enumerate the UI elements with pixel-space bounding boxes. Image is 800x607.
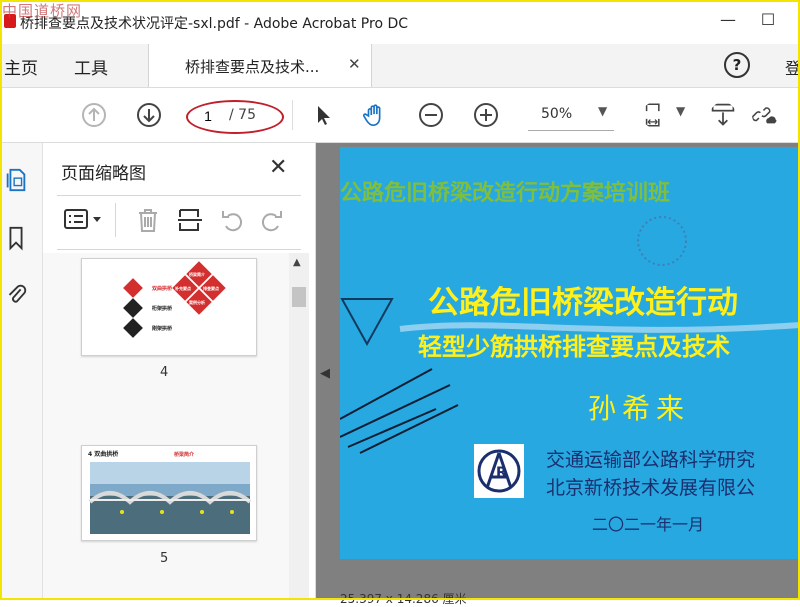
zoom-level[interactable]: 50% <box>541 106 572 122</box>
slide-organization: 交通运输部公路科学研究 <box>546 449 756 471</box>
zoom-dropdown-icon[interactable]: ▼ <box>598 104 607 118</box>
page-thumbnails-icon[interactable] <box>4 167 28 193</box>
slide-subtitle: 轻型少筋拱桥排查要点及技术 <box>418 333 730 361</box>
delete-icon[interactable] <box>135 207 161 233</box>
select-pointer-icon[interactable] <box>310 102 336 128</box>
previous-page-icon[interactable] <box>81 102 107 128</box>
slide-author: 孙希来 <box>588 392 691 425</box>
scroll-up-icon[interactable]: ▲ <box>293 257 301 268</box>
panel-title: 页面缩略图 <box>61 164 146 184</box>
slide-date: 二〇二一年一月 <box>592 515 705 534</box>
zoom-underline <box>528 130 614 131</box>
sign-in-link[interactable]: 登 <box>785 55 800 79</box>
close-tab-icon[interactable]: ✕ <box>348 55 361 73</box>
page-number-label: 5 <box>160 551 169 566</box>
fit-dropdown-icon[interactable]: ▼ <box>676 104 685 118</box>
institute-logo-graphic: R <box>477 449 521 493</box>
attachments-icon[interactable] <box>4 281 28 307</box>
thumb4-label: 刚架拱桥 <box>152 325 173 332</box>
thumb4-label: 桥梁简介 <box>189 271 206 277</box>
next-page-icon[interactable] <box>136 102 162 128</box>
logo-letter: R <box>496 465 507 481</box>
minimize-button[interactable]: — <box>718 10 738 30</box>
thumb4-label: 补充要点 <box>174 285 191 291</box>
thumbnail-list: 双曲拱桥 桁架拱桥 刚架拱桥 桥梁简介 排查要点 补充要点 案例分析 4 4 双… <box>43 253 289 600</box>
bookmarks-icon[interactable] <box>4 225 28 251</box>
thumb4-label: 排查要点 <box>203 285 219 291</box>
menu-bar: 主页 工具 <box>0 44 800 88</box>
maximize-button[interactable]: ☐ <box>758 10 778 30</box>
navigation-rail <box>0 143 43 600</box>
extract-pages-icon[interactable] <box>177 207 203 233</box>
tool-separator <box>115 203 116 237</box>
title-bar: 桥排查要点及技术状况评定-sxl.pdf - Adobe Acrobat Pro… <box>0 0 800 45</box>
tab-tools[interactable]: 工具 <box>74 54 108 79</box>
help-icon[interactable]: ? <box>724 52 750 78</box>
slide-organization: 北京新桥技术发展有限公 <box>546 477 756 499</box>
scrollbar-thumb[interactable] <box>292 287 306 307</box>
collapse-panel-icon[interactable]: ◀ <box>320 366 330 381</box>
slide-header: 公路危旧桥梁改造行动方案培训班 <box>340 181 671 206</box>
thumbnail-5-graphic: 4 双曲拱桥 桥梁简介 <box>88 450 252 534</box>
panel-divider <box>57 195 301 196</box>
rotate-left-icon[interactable] <box>219 207 245 233</box>
watermark: 中国道桥网 <box>2 2 83 20</box>
hand-tool-icon[interactable] <box>362 102 388 128</box>
zoom-out-icon[interactable] <box>418 102 444 128</box>
tab-home[interactable]: 主页 <box>4 54 38 79</box>
document-tab[interactable]: 桥排查要点及技术... ✕ <box>148 44 372 87</box>
thumb4-label: 桁架拱桥 <box>152 305 173 312</box>
thumb4-label: 双曲拱桥 <box>152 285 173 292</box>
thumb5-heading: 4 双曲拱桥 <box>88 450 119 458</box>
close-panel-icon[interactable]: ✕ <box>269 155 287 180</box>
zoom-in-icon[interactable] <box>473 102 499 128</box>
share-link-icon[interactable] <box>752 102 778 128</box>
page-thumbnail-5[interactable]: 4 双曲拱桥 桥梁简介 <box>81 445 257 541</box>
document-tab-label: 桥排查要点及技术... <box>185 58 320 76</box>
page-number-label: 4 <box>160 365 169 380</box>
fit-page-icon[interactable] <box>642 102 668 128</box>
options-menu-icon[interactable] <box>63 207 107 231</box>
institute-logo: R <box>474 444 524 498</box>
toolbar-separator <box>292 100 293 130</box>
pdf-page-slide: 公路危旧桥梁改造行动方案培训班 公路危旧桥梁改造行动 轻型少筋拱桥排查要点及技术… <box>340 147 800 559</box>
thumbnail-scrollbar[interactable]: ▲ <box>289 253 309 600</box>
page-number-annotation <box>186 100 284 134</box>
scroll-mode-icon[interactable] <box>710 102 736 128</box>
page-size-status: 25.397 x 14.286 厘米 <box>340 592 467 606</box>
main-toolbar: / 75 50% ▼ ▼ <box>0 88 800 143</box>
thumbnail-panel: 页面缩略图 ✕ 双曲拱桥 桁架拱桥 刚架拱桥 桥梁简介 排查要点 补充要点 案例… <box>43 143 316 600</box>
thumb4-label: 案例分析 <box>188 299 205 305</box>
page-thumbnail-4[interactable]: 双曲拱桥 桁架拱桥 刚架拱桥 桥梁简介 排查要点 补充要点 案例分析 <box>81 258 257 356</box>
panel-divider <box>57 249 301 250</box>
rotate-right-icon[interactable] <box>259 207 285 233</box>
thumbnail-4-graphic: 双曲拱桥 桁架拱桥 刚架拱桥 桥梁简介 排查要点 补充要点 案例分析 <box>123 261 226 338</box>
thumb5-subheading: 桥梁简介 <box>174 451 195 458</box>
slide-title: 公路危旧桥梁改造行动 <box>428 285 738 321</box>
